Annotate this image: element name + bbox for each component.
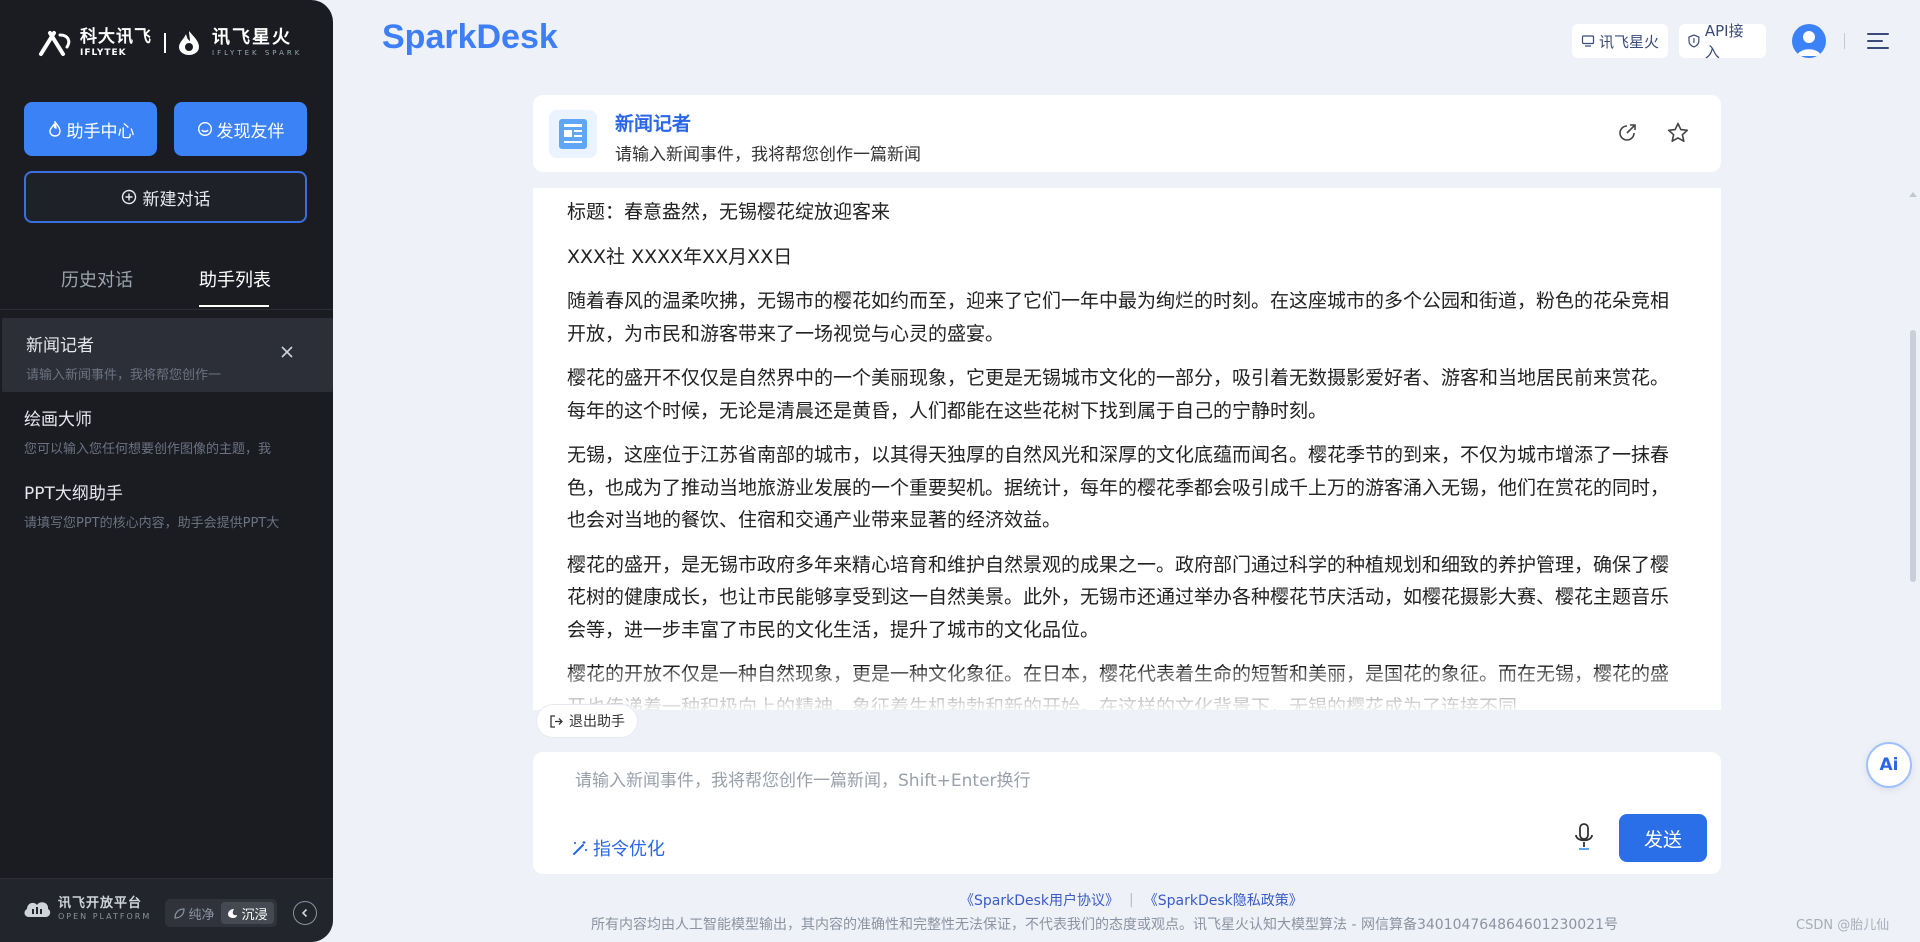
news-document-icon bbox=[559, 119, 587, 149]
new-chat-button[interactable]: 新建对话 bbox=[24, 171, 307, 223]
assistant-desc: 您可以输入您任何想要创作图像的主题，我 bbox=[24, 442, 272, 457]
mode-pure[interactable]: 纯净 bbox=[168, 902, 221, 924]
logo-divider bbox=[164, 33, 166, 53]
scrollbar-thumb[interactable] bbox=[1910, 330, 1916, 582]
user-avatar[interactable] bbox=[1792, 24, 1826, 58]
logo-spark-en: IFLYTEK SPARK bbox=[212, 49, 303, 57]
assistant-item-ppt-outline[interactable]: PPT大纲助手 请填写您PPT的核心内容，助手会提供PPT大 bbox=[0, 466, 333, 540]
brand-logo[interactable]: SparkDesk bbox=[382, 18, 558, 57]
message-paragraph: 樱花的盛开，是无锡市政府多年来精心培育和维护自然景观的成果之一。政府部门通过科学… bbox=[567, 553, 1670, 641]
tab-assistant-list[interactable]: 助手列表 bbox=[199, 266, 271, 292]
share-icon[interactable] bbox=[1616, 122, 1638, 144]
spark-app-label: 讯飞星火 bbox=[1598, 32, 1659, 51]
exit-assistant-label: 退出助手 bbox=[569, 714, 625, 730]
plus-circle-icon bbox=[121, 189, 136, 205]
user-icon bbox=[1797, 31, 1821, 56]
star-icon[interactable] bbox=[1666, 121, 1690, 145]
api-access-label: API接入 bbox=[1704, 22, 1744, 61]
privacy-policy-link[interactable]: 《SparkDesk隐私政策》 bbox=[1144, 890, 1303, 910]
assistant-center-button[interactable]: 助手中心 bbox=[24, 102, 157, 156]
smile-icon bbox=[197, 121, 212, 137]
logo-spark-cn: 讯飞星火 bbox=[212, 27, 292, 48]
cloud-icon bbox=[24, 902, 51, 917]
assistant-header-card: 新闻记者 请输入新闻事件，我将帮您创作一篇新闻 bbox=[533, 95, 1721, 172]
message-paragraph: 随着春风的温柔吹拂，无锡市的樱花如约而至，迎来了它们一年中最为绚烂的时刻。在这座… bbox=[567, 290, 1670, 345]
assistant-name: 新闻记者 bbox=[26, 336, 94, 356]
assistant-subtitle: 请输入新闻事件，我将帮您创作一篇新闻 bbox=[615, 145, 921, 165]
magic-wand-icon bbox=[573, 841, 587, 855]
spark-app-button[interactable]: 讯飞星火 bbox=[1572, 24, 1668, 58]
discover-partner-button[interactable]: 发现友伴 bbox=[174, 102, 307, 156]
discover-partner-label: 发现友伴 bbox=[216, 121, 285, 142]
shield-icon bbox=[1688, 34, 1700, 48]
sidebar: 科大讯飞 IFLYTEK 讯飞星火 IFLYTEK SPARK 助手中心 发现友… bbox=[0, 0, 333, 942]
scroll-up-arrow[interactable] bbox=[1908, 190, 1918, 198]
message-paragraph: 标题：春意盎然，无锡樱花绽放迎客来 bbox=[567, 201, 891, 223]
prompt-optimize-label: 指令优化 bbox=[593, 839, 665, 860]
mode-immersive-label: 沉浸 bbox=[241, 907, 268, 923]
ai-float-button[interactable]: Ai bbox=[1866, 742, 1912, 788]
mode-immersive[interactable]: 沉浸 bbox=[221, 902, 274, 924]
moon-icon bbox=[228, 908, 238, 918]
flame-icon bbox=[48, 121, 61, 137]
assistant-name: 绘画大师 bbox=[24, 410, 92, 430]
header-divider bbox=[1844, 33, 1845, 49]
exit-assistant-button[interactable]: 退出助手 bbox=[537, 705, 637, 737]
footer-links: 《SparkDesk用户协议》 | 《SparkDesk隐私政策》 bbox=[960, 890, 1303, 910]
sidebar-footer: 讯飞开放平台 OPEN PLATFORM 纯净 沉浸 bbox=[0, 878, 333, 942]
assistant-item-painter[interactable]: 绘画大师 您可以输入您任何想要创作图像的主题，我 bbox=[0, 392, 333, 466]
footer-disclaimer: 所有内容均由人工智能模型输出，其内容的准确性和完整性无法保证，不代表我们的态度或… bbox=[591, 917, 1619, 933]
platform-en: OPEN PLATFORM bbox=[58, 912, 152, 921]
iflytek-x-icon bbox=[39, 31, 71, 56]
logo-iflytek-en: IFLYTEK bbox=[80, 47, 127, 58]
microphone-icon[interactable] bbox=[1572, 822, 1596, 852]
sidebar-logo: 科大讯飞 IFLYTEK 讯飞星火 IFLYTEK SPARK bbox=[38, 26, 302, 60]
assistant-desc: 请输入新闻事件，我将帮您创作一 bbox=[26, 368, 222, 383]
close-icon[interactable] bbox=[279, 344, 295, 360]
user-agreement-link[interactable]: 《SparkDesk用户协议》 bbox=[960, 890, 1119, 910]
assistant-desc: 请填写您PPT的核心内容，助手会提供PPT大 bbox=[24, 516, 280, 531]
message-paragraph: 樱花的盛开不仅仅是自然界中的一个美丽现象，它更是无锡城市文化的一部分，吸引着无数… bbox=[567, 367, 1670, 422]
send-button[interactable]: 发送 bbox=[1619, 814, 1707, 862]
tab-history[interactable]: 历史对话 bbox=[61, 266, 133, 292]
chevron-left-icon bbox=[301, 908, 308, 918]
new-chat-label: 新建对话 bbox=[142, 189, 211, 210]
prompt-optimize-button[interactable]: 指令优化 bbox=[571, 835, 665, 861]
leaf-icon bbox=[174, 907, 186, 919]
assistant-message: 标题：春意盎然，无锡樱花绽放迎客来 XXX社 XXXX年XX月XX日 随着春风的… bbox=[533, 188, 1721, 710]
assistant-list: 新闻记者 请输入新闻事件，我将帮您创作一 绘画大师 您可以输入您任何想要创作图像… bbox=[0, 318, 333, 540]
logout-icon bbox=[550, 714, 563, 728]
watermark: CSDN @胎儿仙 bbox=[1796, 918, 1890, 933]
api-access-button[interactable]: API接入 bbox=[1679, 22, 1766, 61]
message-paragraph: XXX社 XXXX年XX月XX日 bbox=[567, 245, 793, 268]
sidebar-tabs: 历史对话 助手列表 bbox=[0, 262, 333, 310]
assistant-center-label: 助手中心 bbox=[66, 121, 135, 142]
assistant-avatar bbox=[549, 110, 597, 158]
message-paragraph: 无锡，这座位于江苏省南部的城市，以其得天独厚的自然风光和深厚的文化底蕴而闻名。樱… bbox=[567, 444, 1670, 531]
message-fade bbox=[533, 670, 1721, 710]
display-mode-switch: 纯净 沉浸 bbox=[165, 899, 277, 927]
collapse-sidebar-button[interactable] bbox=[293, 901, 317, 925]
assistant-item-news-reporter[interactable]: 新闻记者 请输入新闻事件，我将帮您创作一 bbox=[2, 318, 333, 392]
assistant-name: PPT大纲助手 bbox=[24, 484, 123, 504]
iflytek-logo: 科大讯飞 IFLYTEK bbox=[38, 26, 152, 58]
active-tab-indicator bbox=[199, 305, 269, 307]
mode-pure-label: 纯净 bbox=[188, 907, 215, 923]
spark-flame-icon bbox=[179, 31, 199, 55]
logo-iflytek-cn: 科大讯飞 bbox=[80, 26, 152, 47]
menu-icon[interactable] bbox=[1866, 30, 1890, 52]
monitor-icon bbox=[1581, 35, 1595, 47]
message-input-placeholder[interactable]: 请输入新闻事件，我将帮您创作一篇新闻，Shift+Enter换行 bbox=[575, 766, 1031, 791]
assistant-title: 新闻记者 bbox=[615, 113, 692, 135]
message-input-box[interactable]: 请输入新闻事件，我将帮您创作一篇新闻，Shift+Enter换行 指令优化 发送 bbox=[533, 752, 1721, 874]
platform-cn: 讯飞开放平台 bbox=[58, 896, 143, 911]
open-platform-link[interactable]: 讯飞开放平台 OPEN PLATFORM bbox=[22, 897, 151, 921]
footer-link-separator: | bbox=[1129, 892, 1134, 908]
